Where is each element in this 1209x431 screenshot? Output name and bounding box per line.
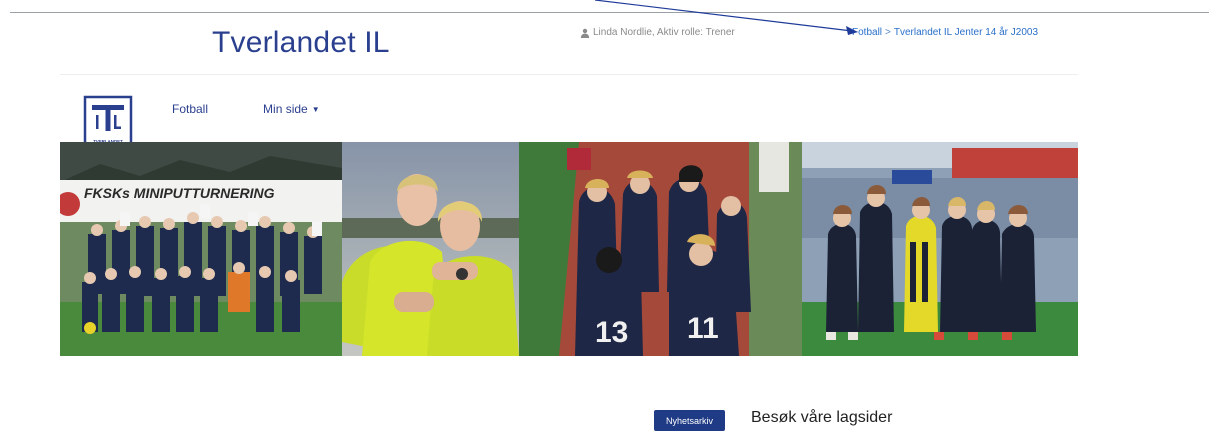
page: Tverlandet IL Linda Nordlie, Aktiv rolle… [0,0,1209,431]
user-icon [580,28,590,38]
nav-item-min-side[interactable]: Min side ▼ [263,102,320,116]
breadcrumb-separator: > [885,27,891,38]
news-archive-button[interactable]: Nyhetsarkiv [654,410,725,431]
banner-sign-text: FKSKs MINIPUTTURNERING [84,185,275,201]
breadcrumb-root-link[interactable]: Fotball [852,27,882,38]
photo-banner: FKSKs MINIPUTTURNERING 13 11 [60,142,1078,356]
breadcrumb: Fotball > Tverlandet IL Jenter 14 år J2003 [852,27,1038,38]
header-divider [60,74,1078,75]
caret-down-icon: ▼ [311,105,320,114]
referee-couple-photo [342,142,519,356]
main-nav: Fotball Min side ▼ [172,102,320,116]
user-info-text: Linda Nordlie, Aktiv rolle: Trener [593,27,735,38]
team-photo-minipuffturnering: FKSKs MINIPUTTURNERING [60,142,342,356]
user-info: Linda Nordlie, Aktiv rolle: Trener [580,27,735,38]
girls-team-indoor-photo [802,142,1078,356]
site-title[interactable]: Tverlandet IL [212,26,390,60]
jersey-number-11: 11 [687,312,719,345]
nav-item-fotball[interactable]: Fotball [172,102,208,116]
visit-team-pages-heading: Besøk våre lagsider [751,409,893,426]
nav-item-label: Min side [263,102,308,116]
breadcrumb-current-link[interactable]: Tverlandet IL Jenter 14 år J2003 [894,27,1038,38]
team-huddle-photo: 13 11 [519,142,802,356]
site-container: Tverlandet IL Linda Nordlie, Aktiv rolle… [60,13,1078,431]
nav-item-label: Fotball [172,102,209,116]
jersey-number-13: 13 [595,316,628,349]
